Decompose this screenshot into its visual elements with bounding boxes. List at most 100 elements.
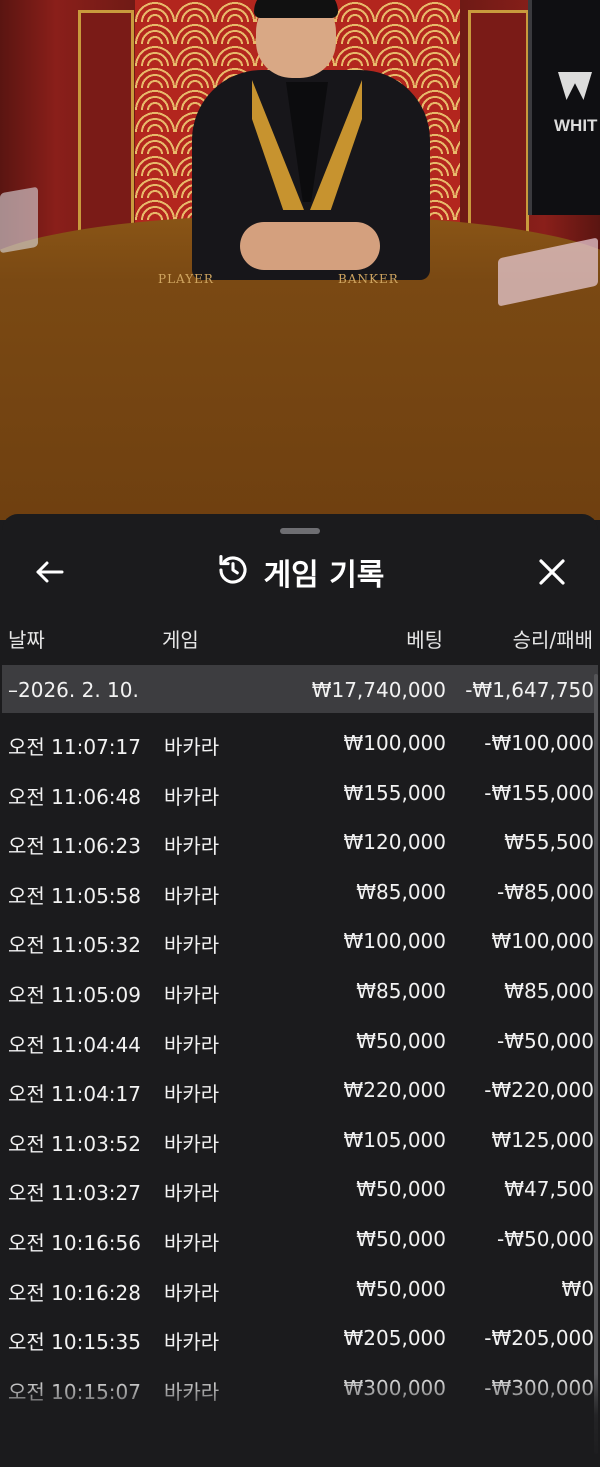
history-row[interactable]: 오전 10:15:07 바카라 ₩300,000 -₩300,000 [2, 1364, 598, 1414]
history-row[interactable]: 오전 11:06:23 바카라 ₩120,000 ₩55,500 [2, 818, 598, 868]
history-row[interactable]: 오전 11:05:09 바카라 ₩85,000 ₩85,000 [2, 967, 598, 1017]
dealer-hands [240, 222, 380, 270]
row-result: ₩55,500 [504, 830, 594, 855]
history-row[interactable]: 오전 11:03:52 바카라 ₩105,000 ₩125,000 [2, 1116, 598, 1166]
row-time: 오전 11:05:32 [8, 933, 141, 958]
summary-result-total: -₩1,647,750 [465, 678, 594, 702]
row-game: 바카라 [164, 1230, 220, 1255]
history-row[interactable]: 오전 10:15:35 바카라 ₩205,000 -₩205,000 [2, 1314, 598, 1364]
column-header-game[interactable]: 게임 [162, 624, 199, 653]
summary-bet-total: ₩17,740,000 [311, 678, 446, 702]
column-header-result[interactable]: 승리/패배 [513, 624, 593, 653]
history-row[interactable]: 오전 11:06:48 바카라 ₩155,000 -₩155,000 [2, 769, 598, 819]
row-result: -₩100,000 [484, 731, 594, 755]
date-group-summary-row[interactable]: –2026. 2. 10. ₩17,740,000 -₩1,647,750 [2, 665, 598, 713]
sheet-grabber-handle[interactable] [280, 528, 320, 534]
row-bet: ₩100,000 [343, 929, 446, 954]
row-time: 오전 11:05:09 [8, 982, 141, 1007]
row-result: ₩100,000 [491, 929, 594, 954]
live-dealer-video: WHIT PLAYER BANKER [0, 0, 600, 520]
row-bet: ₩50,000 [356, 1028, 446, 1053]
history-row[interactable]: 오전 11:04:17 바카라 ₩220,000 -₩220,000 [2, 1066, 598, 1116]
back-button[interactable] [32, 554, 68, 590]
row-time: 오전 10:15:35 [8, 1330, 141, 1355]
row-time: 오전 11:06:48 [8, 784, 141, 809]
column-header-bet[interactable]: 베팅 [406, 624, 443, 653]
row-result: -₩220,000 [484, 1078, 594, 1103]
row-time: 오전 11:04:44 [8, 1032, 141, 1057]
summary-date: –2026. 2. 10. [8, 678, 139, 702]
row-bet: ₩85,000 [356, 978, 446, 1003]
close-icon [539, 559, 565, 585]
history-row[interactable]: 오전 10:16:28 바카라 ₩50,000 ₩0 [2, 1265, 598, 1315]
row-bet: ₩120,000 [343, 830, 446, 855]
row-game: 바카라 [164, 1379, 220, 1404]
row-bet: ₩85,000 [356, 879, 446, 904]
row-bet: ₩50,000 [356, 1177, 446, 1202]
row-result: -₩205,000 [484, 1326, 594, 1351]
row-game: 바카라 [164, 982, 220, 1007]
row-game: 바카라 [164, 735, 220, 759]
row-bet: ₩105,000 [343, 1127, 446, 1152]
row-time: 오전 11:03:52 [8, 1131, 141, 1156]
history-row[interactable]: 오전 11:03:27 바카라 ₩50,000 ₩47,500 [2, 1165, 598, 1215]
history-row[interactable]: 오전 10:16:56 바카라 ₩50,000 -₩50,000 [2, 1215, 598, 1265]
row-bet: ₩50,000 [356, 1276, 446, 1301]
history-row[interactable]: 오전 11:07:17 바카라 ₩100,000 -₩100,000 [2, 719, 598, 769]
row-result: ₩47,500 [504, 1177, 594, 1202]
column-header-date[interactable]: 날짜 [8, 624, 45, 653]
row-result: ₩125,000 [491, 1127, 594, 1152]
row-game: 바카라 [164, 933, 220, 958]
row-game: 바카라 [164, 784, 220, 809]
studio-screen: WHIT [528, 0, 600, 215]
row-game: 바카라 [164, 1280, 220, 1305]
row-result: -₩85,000 [497, 879, 594, 904]
row-result: -₩50,000 [497, 1028, 594, 1053]
row-bet: ₩50,000 [356, 1226, 446, 1251]
sheet-header: 게임 기록 [2, 544, 598, 600]
table-label-player: PLAYER [158, 272, 214, 286]
history-row[interactable]: 오전 11:04:44 바카라 ₩50,000 -₩50,000 [2, 1017, 598, 1067]
row-result: -₩50,000 [497, 1226, 594, 1251]
row-result: -₩155,000 [484, 780, 594, 805]
row-game: 바카라 [164, 834, 220, 859]
row-result: -₩300,000 [484, 1375, 594, 1400]
row-time: 오전 11:04:17 [8, 1082, 141, 1107]
card-shoe-left [0, 186, 38, 254]
row-time: 오전 11:03:27 [8, 1181, 141, 1206]
row-bet: ₩155,000 [343, 780, 446, 805]
row-game: 바카라 [164, 1181, 220, 1206]
screen-text: WHIT [554, 116, 598, 135]
row-game: 바카라 [164, 1330, 220, 1355]
row-time: 오전 10:16:28 [8, 1280, 141, 1305]
game-history-sheet: 게임 기록 날짜 게임 베팅 승리/패배 –2026. 2. 10. ₩17,7… [2, 514, 598, 1467]
page-title: 게임 기록 [263, 558, 385, 593]
row-bet: ₩220,000 [343, 1078, 446, 1103]
row-time: 오전 10:16:56 [8, 1230, 141, 1255]
row-result: ₩0 [561, 1276, 595, 1301]
brand-logo [558, 72, 592, 100]
title-group: 게임 기록 [2, 544, 598, 600]
table-label-banker: BANKER [338, 272, 399, 286]
dealer-hair [254, 0, 338, 18]
row-time: 오전 11:06:23 [8, 834, 141, 859]
history-list: 오전 11:07:17 바카라 ₩100,000 -₩100,000 오전 11:06:… [2, 719, 598, 1413]
row-time: 오전 11:07:17 [8, 735, 141, 759]
scrollbar[interactable] [594, 674, 598, 1454]
row-time: 오전 11:05:58 [8, 883, 141, 908]
row-result: ₩85,000 [504, 978, 594, 1003]
history-row[interactable]: 오전 11:05:32 바카라 ₩100,000 ₩100,000 [2, 917, 598, 967]
close-button[interactable] [534, 554, 570, 590]
row-bet: ₩100,000 [343, 731, 446, 755]
row-bet: ₩300,000 [343, 1375, 446, 1400]
row-game: 바카라 [164, 1032, 220, 1057]
row-time: 오전 10:15:07 [8, 1379, 141, 1404]
history-row[interactable]: 오전 11:05:58 바카라 ₩85,000 -₩85,000 [2, 868, 598, 918]
row-game: 바카라 [164, 1131, 220, 1156]
history-icon [216, 553, 250, 591]
back-arrow-icon [36, 561, 64, 583]
row-bet: ₩205,000 [343, 1326, 446, 1351]
column-headers: 날짜 게임 베팅 승리/패배 [2, 620, 598, 656]
row-game: 바카라 [164, 1082, 220, 1107]
row-game: 바카라 [164, 883, 220, 908]
